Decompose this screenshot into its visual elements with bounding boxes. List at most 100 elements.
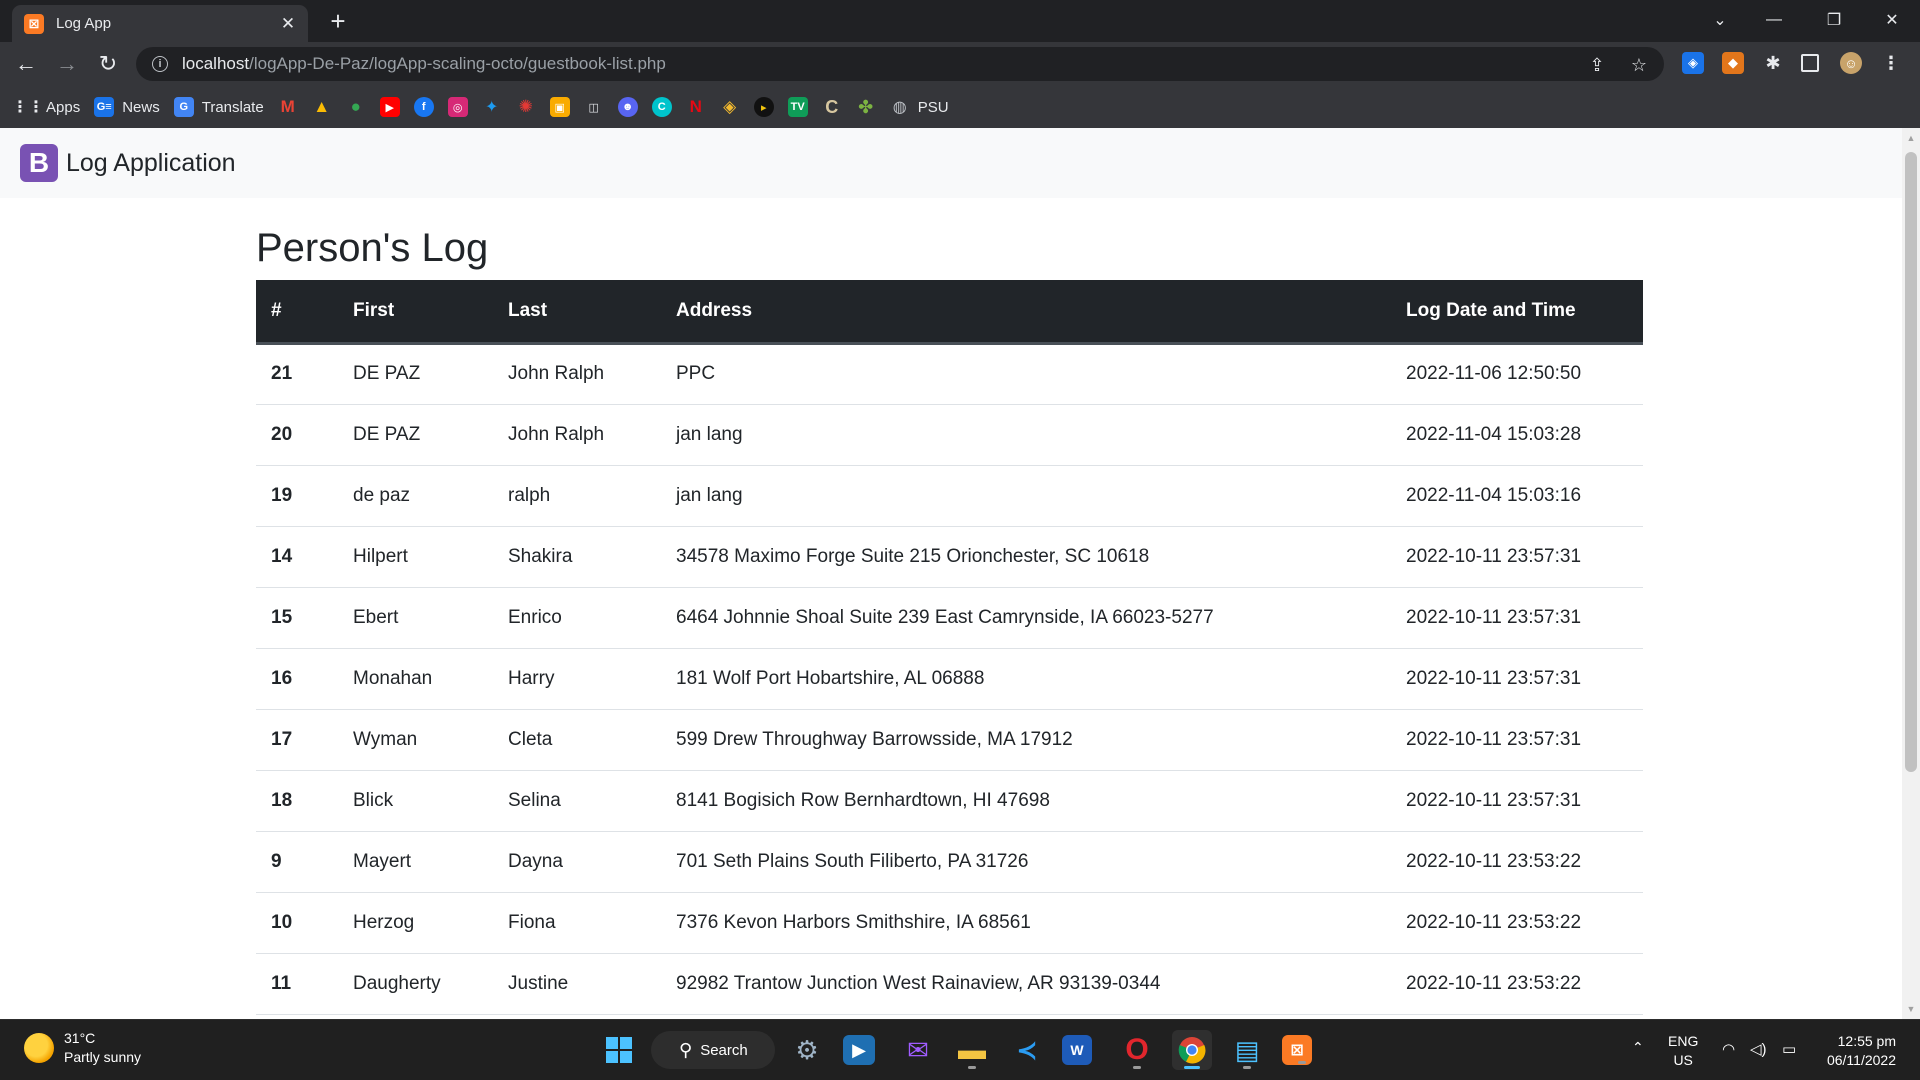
messenger-icon[interactable]: ✉ [898,1030,938,1070]
bookmark-instagram[interactable]: ◎ [447,97,468,117]
forward-icon[interactable]: → [53,50,81,78]
minimize-icon[interactable]: — [1746,0,1802,40]
back-icon[interactable]: ← [12,50,40,78]
reload-icon[interactable]: ↻ [94,50,122,78]
target-icon: ✺ [518,97,533,116]
bookmark-play[interactable]: ▸ [753,97,774,117]
bookmark-c[interactable]: C [822,97,842,117]
bookmark-psu[interactable]: ◍ PSU [890,97,949,117]
extensions-puzzle-icon[interactable]: ✱ [1762,52,1784,74]
xampp-icon[interactable]: ⊠ [1282,1035,1312,1065]
notepad-icon[interactable]: ▤ [1227,1030,1267,1070]
windows-start-icon[interactable] [599,1030,639,1070]
file-explorer-icon[interactable]: ▬ [952,1030,992,1070]
browser-tab[interactable]: ⊠ Log App ✕ [12,5,308,42]
row-last: Enrico [493,587,661,649]
row-id: 11 [256,953,338,1015]
row-id: 16 [256,648,338,710]
bookmark-discord[interactable]: ☻ [617,97,638,117]
bookmark-netflix[interactable]: N [686,97,706,117]
row-first: Daugherty [338,953,493,1015]
row-first: Hilpert [338,526,493,588]
bookmark-apps[interactable]: ⋮⋮ Apps [12,97,80,117]
tab-search-icon[interactable]: ⌄ [1692,0,1748,40]
apps-grid-icon: ⋮⋮ [12,99,44,116]
volume-icon[interactable]: ◁) [1750,1040,1767,1059]
vscode-icon[interactable]: ≺ [1007,1030,1047,1070]
bookmark-tv[interactable]: TV [787,97,808,117]
bookmark-twitter[interactable]: ✦ [482,97,502,117]
bookmark-drive[interactable]: ▲ [312,97,332,117]
battery-icon[interactable]: ▭ [1782,1040,1796,1059]
chrome-icon[interactable] [1172,1030,1212,1070]
weather-widget[interactable]: 31°C Partly sunny [24,1029,141,1067]
row-first: Blick [338,770,493,832]
taskbar-search-button[interactable]: ⚲ Search [651,1031,775,1069]
bookmark-maps[interactable]: ● [346,97,366,117]
restore-icon[interactable]: ❐ [1806,0,1862,40]
log-table: # First Last Address Log Date and Time 2… [256,280,1643,1015]
clock-time: 12:55 pm [1837,1033,1896,1049]
row-datetime: 2022-10-11 23:57:31 [1391,648,1643,710]
page-scrollbar[interactable]: ▲ ▼ [1902,128,1920,1019]
search-label: Search [700,1041,748,1059]
browser-toolbar: ← → ↻ i localhost/logApp-De-Paz/logApp-s… [0,42,1920,86]
bookmark-clover[interactable]: ✤ [856,97,876,117]
profile-avatar[interactable]: ☺ [1840,52,1862,74]
bookmark-classroom[interactable]: ◫ [584,97,604,117]
language-indicator[interactable]: ENG US [1668,1032,1698,1070]
bookmark-news[interactable]: G≡ News [94,97,160,117]
row-id: 10 [256,892,338,954]
page-viewport: B Log Application Person's Log # First L… [0,128,1902,1019]
url-host: localhost [182,54,250,73]
wifi-icon[interactable]: ◠ [1722,1040,1735,1059]
settings-gear-icon[interactable]: ⚙ [787,1030,827,1070]
row-datetime: 2022-10-11 23:53:22 [1391,953,1643,1015]
discord-icon: ☻ [617,97,638,117]
scrollbar-thumb[interactable] [1905,152,1917,772]
bookmark-translate[interactable]: G Translate [173,97,264,117]
tab-title: Log App [56,15,112,32]
bookmark-youtube[interactable]: ▶ [379,97,400,117]
row-first: Herzog [338,892,493,954]
bootstrap-logo-icon[interactable]: B [20,144,58,182]
row-address: 181 Wolf Port Hobartshire, AL 06888 [661,648,1391,710]
clock[interactable]: 12:55 pm 06/11/2022 [1822,1032,1896,1070]
row-id: 15 [256,587,338,649]
close-tab-icon[interactable]: ✕ [278,14,298,34]
bookmark-photo[interactable]: ▣ [549,97,570,117]
row-first: Mayert [338,831,493,893]
word-icon[interactable]: W [1062,1035,1092,1065]
row-id: 18 [256,770,338,832]
new-tab-icon[interactable]: + [326,7,350,35]
close-window-icon[interactable]: ✕ [1864,0,1920,40]
row-last: Harry [493,648,661,710]
show-hidden-icons-chevron-icon[interactable]: ⌃ [1632,1038,1644,1057]
row-datetime: 2022-10-11 23:57:31 [1391,709,1643,771]
side-panel-icon[interactable] [1801,54,1819,72]
bookmark-canva[interactable]: C [651,97,672,117]
brand-title[interactable]: Log Application [66,149,236,178]
bitwarden-extension-icon[interactable]: ◈ [1682,52,1704,74]
chrome-menu-icon[interactable]: ⋮ [1880,52,1902,74]
scroll-up-icon[interactable]: ▲ [1902,130,1920,146]
bookmark-star-icon[interactable]: ☆ [1628,55,1650,76]
bookmark-binance[interactable]: ◈ [720,97,740,117]
media-player-icon[interactable]: ▶ [843,1035,875,1065]
row-last: ralph [493,465,661,527]
row-datetime: 2022-10-11 23:57:31 [1391,587,1643,649]
bookmark-facebook[interactable]: f [413,97,434,117]
table-row: 21 DE PAZ John Ralph PPC 2022-11-06 12:5… [256,343,1643,405]
scroll-down-icon[interactable]: ▼ [1902,1001,1920,1017]
clover-icon: ✤ [858,96,874,117]
opera-icon[interactable]: O [1117,1030,1157,1070]
metamask-extension-icon[interactable]: ◆ [1722,52,1744,74]
instagram-icon: ◎ [447,97,468,117]
app-navbar: B Log Application [0,128,1902,198]
share-icon[interactable]: ⇪ [1586,55,1608,76]
site-info-icon[interactable]: i [152,56,168,72]
bookmark-target[interactable]: ✺ [516,97,536,117]
address-bar[interactable]: i localhost/logApp-De-Paz/logApp-scaling… [136,47,1664,81]
bookmark-gmail[interactable]: M [278,97,298,117]
row-last: Shakira [493,526,661,588]
